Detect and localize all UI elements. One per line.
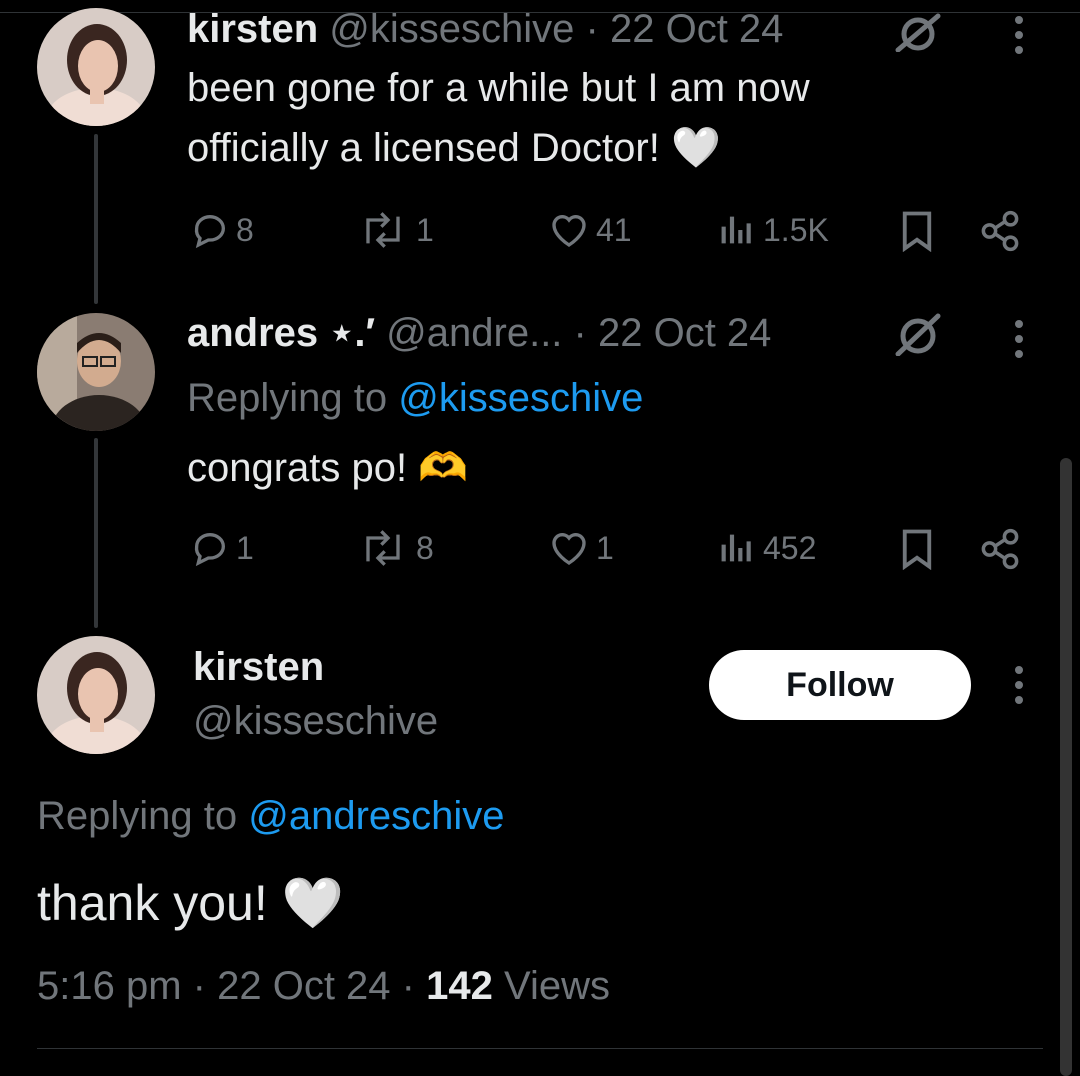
heart-hands-emoji: 🫶 xyxy=(418,446,469,490)
author-handle[interactable]: @kisseschive xyxy=(193,696,438,746)
bookmark-icon[interactable] xyxy=(899,528,935,575)
views-count: 142 xyxy=(426,964,493,1008)
retweet-button[interactable]: 1 xyxy=(356,210,434,250)
grok-icon[interactable] xyxy=(892,312,944,361)
tweet-text-line: officially a licensed Doctor! xyxy=(187,126,660,170)
replying-label: Replying to xyxy=(187,376,388,420)
author-name[interactable]: kirsten xyxy=(187,7,318,51)
separator: · xyxy=(401,964,415,1008)
reply-count: 1 xyxy=(236,529,254,566)
tweet-meta: 5:16 pm · 22 Oct 24 · 142 Views xyxy=(37,960,610,1012)
grok-icon[interactable] xyxy=(892,12,944,57)
replying-handle-link[interactable]: @andreschive xyxy=(248,794,504,838)
replying-handle-link[interactable]: @kisseschive xyxy=(398,376,643,420)
heart-icon xyxy=(552,215,586,247)
retweet-icon xyxy=(366,530,400,566)
tweet-date[interactable]: · 22 Oct 24 xyxy=(586,7,784,51)
reply-icon xyxy=(194,533,225,567)
avatar-kirsten[interactable] xyxy=(37,8,155,126)
tweet-date[interactable]: 22 Oct 24 xyxy=(217,964,390,1008)
scrollbar[interactable] xyxy=(1060,458,1072,1076)
reply-button[interactable]: 8 xyxy=(190,210,254,250)
avatar-andres[interactable] xyxy=(37,313,155,431)
bookmark-icon[interactable] xyxy=(899,210,935,257)
views-icon xyxy=(721,216,751,244)
replying-label: Replying to xyxy=(37,794,238,838)
white-heart-emoji: 🤍 xyxy=(670,126,721,170)
views-icon xyxy=(721,534,751,562)
tweet-date[interactable]: · 22 Oct 24 xyxy=(574,311,772,355)
tweet2-text: congrats po! 🫶 xyxy=(187,438,468,498)
tweet-text-line: been gone for a while but I am now xyxy=(187,66,810,110)
avatar-kirsten[interactable] xyxy=(37,636,155,754)
author-name[interactable]: kirsten xyxy=(193,642,324,692)
share-icon[interactable] xyxy=(978,210,1022,257)
tweet-text: congrats po! xyxy=(187,446,408,490)
retweet-button[interactable]: 8 xyxy=(356,528,434,568)
like-button[interactable]: 41 xyxy=(548,210,632,250)
bottom-divider xyxy=(37,1048,1043,1049)
share-icon[interactable] xyxy=(978,528,1022,575)
like-count: 1 xyxy=(596,529,614,566)
like-count: 41 xyxy=(596,211,632,248)
views-button[interactable]: 452 xyxy=(717,528,816,568)
heart-icon xyxy=(552,533,586,565)
reply-icon xyxy=(194,215,225,249)
more-options-icon[interactable] xyxy=(1015,666,1023,704)
author-name-suffix: ⋆.′ xyxy=(329,311,376,355)
thread-line xyxy=(94,134,98,304)
replying-to: Replying to @kisseschive xyxy=(187,372,643,424)
tweet1-header: kirsten @kisseschive · 22 Oct 24 xyxy=(187,4,783,54)
reply-button[interactable]: 1 xyxy=(190,528,254,568)
author-handle[interactable]: @andre... xyxy=(386,311,562,355)
reply-count: 8 xyxy=(236,211,254,248)
author-name[interactable]: andres xyxy=(187,311,318,355)
retweet-count: 8 xyxy=(416,529,434,566)
main-tweet-text: thank you! 🤍 xyxy=(37,868,344,938)
more-options-icon[interactable] xyxy=(1015,320,1023,358)
tweet-text: thank you! xyxy=(37,875,268,931)
tweet1-text: been gone for a while but I am now offic… xyxy=(187,58,810,178)
follow-button[interactable]: Follow xyxy=(709,650,971,720)
views-count: 452 xyxy=(763,529,817,566)
author-handle[interactable]: @kisseschive xyxy=(329,7,574,51)
separator: · xyxy=(192,964,206,1008)
retweet-count: 1 xyxy=(416,211,434,248)
more-options-icon[interactable] xyxy=(1015,16,1023,54)
retweet-icon xyxy=(366,212,400,248)
tweet-time[interactable]: 5:16 pm xyxy=(37,964,182,1008)
tweet2-header: andres ⋆.′ @andre... · 22 Oct 24 xyxy=(187,308,771,358)
white-heart-emoji: 🤍 xyxy=(281,875,344,931)
thread-line xyxy=(94,438,98,628)
views-button[interactable]: 1.5K xyxy=(717,210,829,250)
views-label: Views xyxy=(504,964,610,1008)
replying-to: Replying to @andreschive xyxy=(37,790,505,842)
views-count: 1.5K xyxy=(763,211,829,248)
like-button[interactable]: 1 xyxy=(548,528,614,568)
